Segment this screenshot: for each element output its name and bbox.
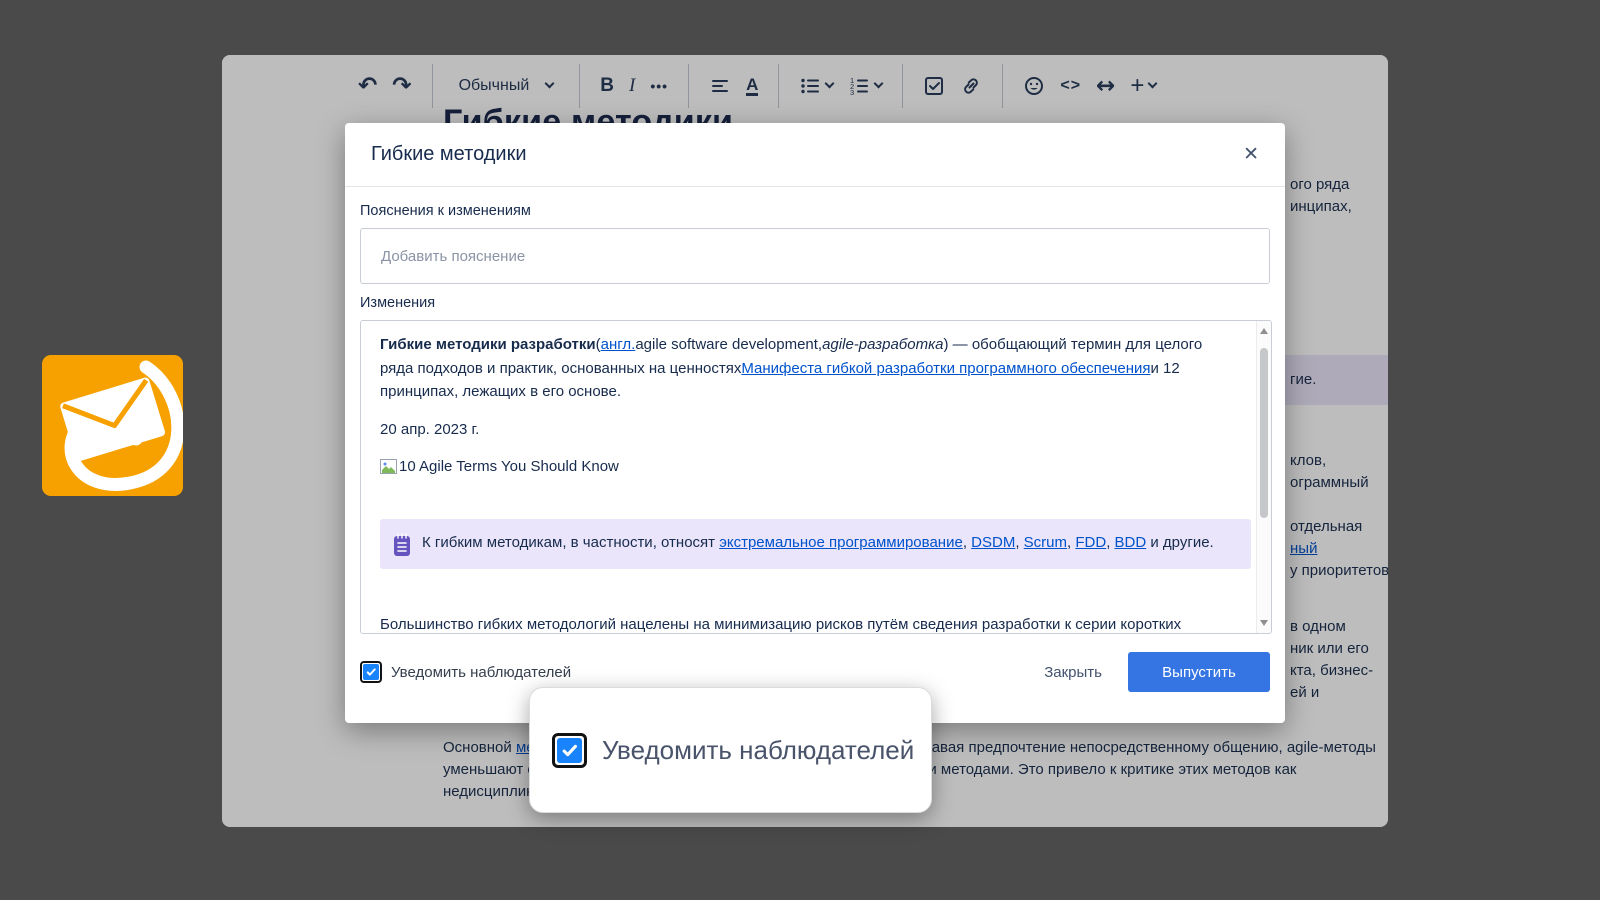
magnifier-popup: Уведомить наблюдателей bbox=[529, 687, 932, 813]
preview-text: agile software development, bbox=[635, 336, 822, 353]
mail-notification-icon bbox=[42, 355, 183, 496]
footer-actions: Закрыть Выпустить bbox=[1026, 652, 1270, 692]
preview-scrollbar[interactable] bbox=[1256, 321, 1271, 633]
preview-text: и другие. bbox=[1146, 534, 1214, 551]
checkbox-checked-icon bbox=[557, 738, 582, 763]
manifesto-link[interactable]: Манифеста гибкой разработки программного… bbox=[741, 360, 1150, 377]
explanation-input[interactable] bbox=[360, 228, 1270, 284]
image-alt-text: 10 Agile Terms You Should Know bbox=[399, 455, 619, 479]
publish-dialog: Гибкие методики ✕ Пояснения к изменениям… bbox=[345, 123, 1285, 723]
clipped-paragraph: Большинство гибких методологий нацелены … bbox=[380, 613, 1237, 635]
magnified-checkbox[interactable] bbox=[552, 733, 587, 768]
preview-text: , bbox=[1106, 534, 1114, 551]
preview-text: , bbox=[963, 534, 971, 551]
preview-lead-text: Гибкие методики разработки bbox=[380, 336, 596, 353]
notify-watchers-checkbox[interactable]: Уведомить наблюдателей bbox=[360, 661, 571, 683]
dialog-body: Пояснения к изменениям Изменения Гибкие … bbox=[345, 187, 1285, 634]
scroll-down-icon[interactable] bbox=[1260, 620, 1268, 626]
notepad-icon bbox=[392, 533, 412, 557]
preview-date: 20 апр. 2023 г. bbox=[380, 418, 1237, 442]
checkbox-checked-icon bbox=[363, 664, 379, 680]
scrollbar-thumb[interactable] bbox=[1260, 348, 1268, 518]
preview-text: К гибким методикам, в частности, относят bbox=[422, 534, 719, 551]
screen: ↶ ↷ Обычный B I ••• A 123 bbox=[0, 0, 1600, 900]
dsdm-link[interactable]: DSDM bbox=[971, 534, 1015, 551]
dialog-header: Гибкие методики ✕ bbox=[345, 123, 1285, 187]
scroll-up-icon[interactable] bbox=[1260, 328, 1268, 334]
lang-link[interactable]: англ. bbox=[601, 336, 636, 353]
broken-image-icon bbox=[380, 459, 397, 474]
note-panel: К гибким методикам, в частности, относят… bbox=[380, 519, 1251, 569]
publish-button[interactable]: Выпустить bbox=[1128, 652, 1270, 692]
bdd-link[interactable]: BDD bbox=[1115, 534, 1147, 551]
fdd-link[interactable]: FDD bbox=[1075, 534, 1106, 551]
checkbox-focus-ring bbox=[360, 661, 382, 683]
preview-text: , bbox=[1015, 534, 1023, 551]
dialog-title: Гибкие методики bbox=[371, 143, 527, 166]
note-panel-text: К гибким методикам, в частности, относят… bbox=[422, 531, 1214, 557]
dialog-footer: Уведомить наблюдателей Закрыть Выпустить bbox=[360, 652, 1270, 692]
preview-paragraph: Гибкие методики разработки(англ.agile so… bbox=[380, 333, 1237, 404]
notify-watchers-label: Уведомить наблюдателей bbox=[391, 664, 571, 681]
changes-preview: Гибкие методики разработки(англ.agile so… bbox=[360, 320, 1272, 634]
explanation-label: Пояснения к изменениям bbox=[360, 203, 1270, 219]
scrum-link[interactable]: Scrum bbox=[1024, 534, 1067, 551]
preview-content: Гибкие методики разработки(англ.agile so… bbox=[361, 321, 1271, 634]
changes-label: Изменения bbox=[360, 295, 1270, 311]
xp-link[interactable]: экстремальное программирование bbox=[719, 534, 963, 551]
close-icon[interactable]: ✕ bbox=[1243, 145, 1259, 164]
magnified-checkbox-label: Уведомить наблюдателей bbox=[602, 735, 914, 766]
preview-italic-text: agile-разработка bbox=[822, 336, 943, 353]
broken-image-row: 10 Agile Terms You Should Know bbox=[380, 455, 1237, 479]
close-button[interactable]: Закрыть bbox=[1026, 654, 1120, 691]
